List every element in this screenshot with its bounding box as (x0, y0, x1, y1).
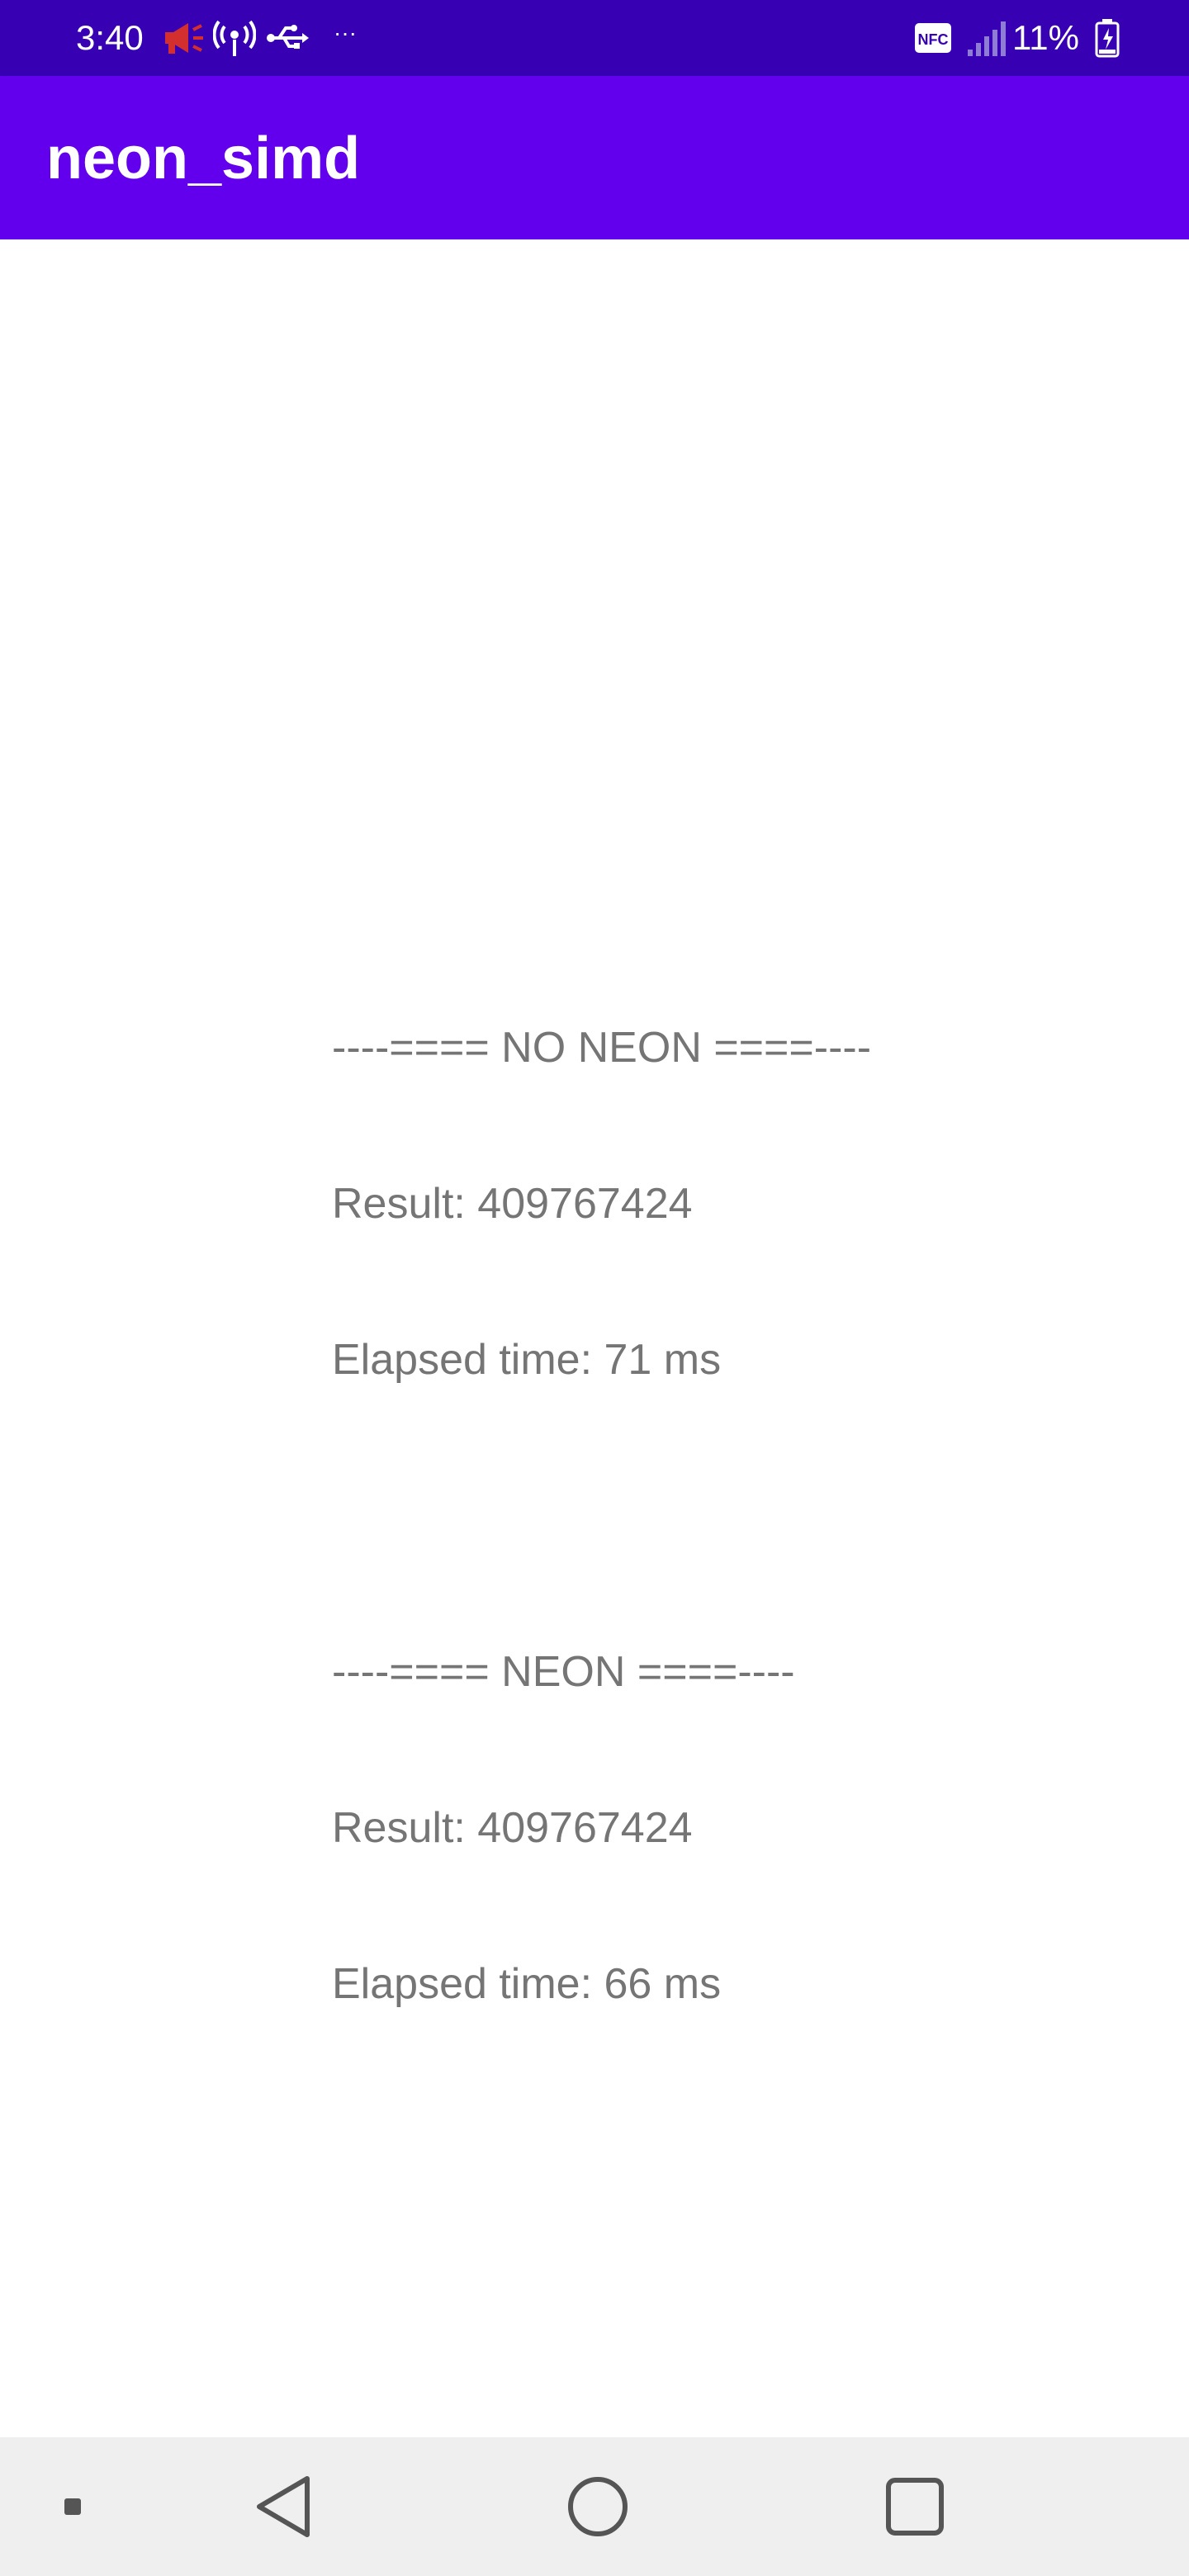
neon-header: ----==== NEON ====---- (332, 1648, 795, 1696)
svg-text:NFC: NFC (918, 31, 949, 48)
neon-result: Result: 409767424 (332, 1804, 693, 1852)
app-bar: neon_simd (0, 76, 1189, 239)
back-icon (257, 2476, 310, 2537)
status-time: 3:40 (76, 18, 144, 57)
results-spacer (332, 1490, 871, 1542)
status-bar: 3:40 ··· NFC 11% (0, 0, 1189, 76)
battery-percent: 11% (1012, 18, 1079, 57)
no-neon-elapsed: Elapsed time: 71 ms (332, 1336, 722, 1384)
no-neon-result: Result: 409767424 (332, 1180, 693, 1228)
app-title: neon_simd (46, 125, 361, 192)
recents-dot-icon (64, 2498, 81, 2515)
home-button[interactable] (548, 2457, 647, 2556)
navigation-bar (0, 2437, 1189, 2576)
recents-dot-button[interactable] (23, 2457, 122, 2556)
overflow-indicator: ··· (334, 20, 357, 45)
home-icon (568, 2477, 628, 2536)
results-text: ----==== NO NEON ====---- Result: 409767… (332, 918, 871, 2062)
back-button[interactable] (234, 2457, 334, 2556)
usb-icon (266, 18, 309, 58)
megaphone-icon (162, 18, 205, 58)
overview-icon (886, 2478, 944, 2536)
nfc-icon: NFC (913, 21, 953, 61)
wifi-hotspot-icon (212, 18, 257, 58)
signal-icon (966, 18, 1006, 58)
no-neon-header: ----==== NO NEON ====---- (332, 1024, 872, 1072)
overview-button[interactable] (865, 2457, 964, 2556)
battery-charging-icon (1095, 18, 1120, 58)
neon-elapsed: Elapsed time: 66 ms (332, 1960, 722, 2008)
